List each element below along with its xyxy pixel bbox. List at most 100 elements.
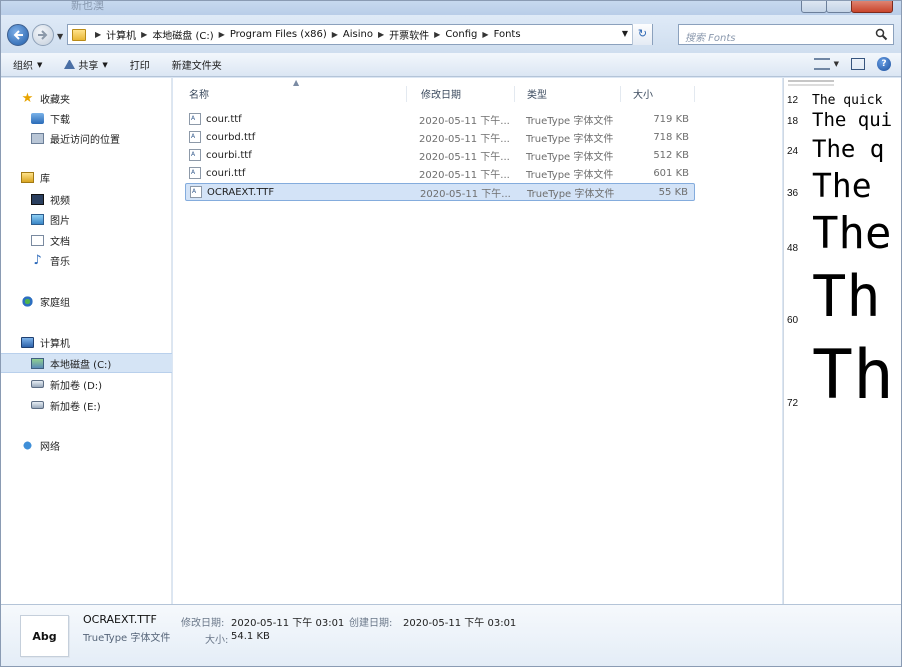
- sidebar-item-libraries[interactable]: 库: [21, 167, 192, 187]
- forward-button[interactable]: [32, 24, 54, 46]
- search-placeholder: 搜索 Fonts: [685, 33, 736, 44]
- preview-pane-button[interactable]: [851, 58, 865, 70]
- sidebar-item-network[interactable]: 网络: [21, 435, 192, 455]
- details-file-name: OCRAEXT.TTF: [83, 613, 157, 626]
- new-folder-button[interactable]: 新建文件夹: [172, 57, 222, 72]
- music-icon: ♪: [33, 252, 42, 268]
- file-date: 2020-05-11 下午...: [419, 151, 510, 163]
- column-header-type[interactable]: 类型: [515, 86, 621, 102]
- sidebar-item-drive-c[interactable]: 本地磁盘 (C:): [1, 353, 172, 373]
- view-icon: [813, 58, 830, 70]
- preview-sample-text: The: [812, 166, 872, 205]
- column-header-size[interactable]: 大小: [621, 86, 695, 102]
- column-header-date[interactable]: 修改日期: [409, 86, 515, 102]
- back-button[interactable]: [7, 24, 29, 46]
- breadcrumb-separator-icon[interactable]: ▶: [141, 30, 147, 39]
- sidebar-item-computer[interactable]: 计算机: [21, 332, 192, 352]
- download-icon: [31, 112, 44, 124]
- preview-sample-text: The: [812, 208, 892, 259]
- close-button[interactable]: [851, 1, 893, 13]
- file-type: TrueType 字体文件: [526, 169, 614, 181]
- help-icon: ?: [877, 57, 891, 71]
- sidebar-item-label: 音乐: [50, 256, 70, 268]
- breadcrumb-computer[interactable]: 计算机: [106, 27, 136, 42]
- sidebar-item-label: 网络: [40, 441, 60, 453]
- minimize-button[interactable]: [801, 1, 827, 13]
- network-icon: [21, 439, 34, 451]
- preview-size-label: 48: [787, 243, 799, 254]
- column-header-name[interactable]: 名称: [177, 86, 407, 102]
- help-button[interactable]: ?: [877, 57, 891, 71]
- details-pane: Abg OCRAEXT.TTF TrueType 字体文件 修改日期: 2020…: [1, 604, 901, 666]
- share-label: 共享: [78, 61, 99, 72]
- file-name: couri.ttf: [206, 167, 246, 179]
- sidebar-item-label: 新加卷 (D:): [50, 380, 103, 392]
- share-icon: [64, 60, 76, 69]
- sidebar-item-label: 下载: [50, 114, 70, 126]
- refresh-button[interactable]: ↻: [632, 24, 652, 45]
- size-label: 大小:: [205, 635, 229, 646]
- window-title: 新也澳: [71, 0, 104, 12]
- chevron-down-icon: ▼: [102, 60, 108, 69]
- file-row[interactable]: A courbd.ttf 2020-05-11 下午... TrueType 字…: [185, 128, 695, 146]
- preview-size-label: 36: [787, 188, 799, 199]
- address-bar[interactable]: ▶ 计算机 ▶ 本地磁盘 (C:) ▶ Program Files (x86) …: [67, 24, 653, 45]
- search-icon[interactable]: [875, 28, 888, 41]
- drive-icon: [31, 401, 44, 409]
- breadcrumb-separator-icon[interactable]: ▶: [219, 30, 225, 39]
- command-bar: 组织 ▼ 共享 ▼ 打印 新建文件夹 ▼ ?: [1, 53, 901, 77]
- breadcrumb-separator-icon[interactable]: ▶: [482, 30, 488, 39]
- file-row[interactable]: A cour.ttf 2020-05-11 下午... TrueType 字体文…: [185, 110, 695, 128]
- font-file-icon: A: [189, 167, 201, 179]
- picture-icon: [31, 213, 44, 225]
- created-label: 创建日期:: [349, 618, 393, 629]
- breadcrumb-invoice-software[interactable]: 开票软件: [389, 27, 429, 42]
- change-view-button[interactable]: ▼: [813, 58, 839, 70]
- file-name: OCRAEXT.TTF: [207, 186, 275, 198]
- file-date: 2020-05-11 下午...: [419, 115, 510, 127]
- maximize-button[interactable]: [826, 1, 852, 13]
- sidebar-item-label: 收藏夹: [40, 94, 70, 106]
- file-size: 719 KB: [653, 113, 689, 125]
- file-type: TrueType 字体文件: [526, 133, 614, 145]
- chevron-down-icon: ▼: [37, 60, 43, 69]
- file-type: TrueType 字体文件: [527, 188, 615, 200]
- drive-icon: [31, 357, 44, 369]
- file-row[interactable]: A courbi.ttf 2020-05-11 下午... TrueType 字…: [185, 146, 695, 164]
- breadcrumb-config[interactable]: Config: [445, 29, 477, 40]
- breadcrumb-separator-icon[interactable]: ▶: [434, 30, 440, 39]
- sidebar-item-favorites[interactable]: ★ 收藏夹: [21, 88, 192, 108]
- print-button[interactable]: 打印: [130, 57, 150, 72]
- sidebar-item-label: 家庭组: [40, 297, 70, 309]
- file-row[interactable]: A couri.ttf 2020-05-11 下午... TrueType 字体…: [185, 164, 695, 182]
- address-history-dropdown[interactable]: ▼: [622, 29, 628, 38]
- recent-places-icon: [31, 132, 44, 144]
- refresh-icon: ↻: [637, 27, 648, 40]
- file-row-selected[interactable]: A OCRAEXT.TTF 2020-05-11 下午... TrueType …: [185, 183, 695, 201]
- preview-pane[interactable]: 12 The quick 18 The qui 24 The q 36 The …: [783, 78, 901, 604]
- file-size: 512 KB: [653, 149, 689, 161]
- sidebar-item-label: 视频: [50, 195, 70, 207]
- explorer-window: 新也澳 ▼ ▶ 计算机 ▶ 本地磁盘 (C:) ▶ Program Files …: [0, 0, 902, 667]
- file-date: 2020-05-11 下午...: [419, 169, 510, 181]
- breadcrumb-separator-icon[interactable]: ▶: [95, 30, 101, 39]
- breadcrumb-fonts[interactable]: Fonts: [494, 29, 521, 40]
- recent-pages-dropdown[interactable]: ▼: [57, 32, 63, 41]
- search-input[interactable]: 搜索 Fonts: [678, 24, 894, 45]
- preview-sample-text: The q: [812, 135, 885, 163]
- file-type: TrueType 字体文件: [526, 115, 614, 127]
- file-list: ▲ 名称 修改日期 类型 大小 A cour.ttf 2020-05-11 下午…: [173, 78, 782, 604]
- window-controls: [801, 1, 893, 13]
- breadcrumb-drive-c[interactable]: 本地磁盘 (C:): [152, 27, 213, 42]
- breadcrumb-separator-icon[interactable]: ▶: [332, 30, 338, 39]
- breadcrumb-program-files[interactable]: Program Files (x86): [230, 29, 327, 40]
- font-thumbnail: Abg: [20, 615, 69, 657]
- organize-menu[interactable]: 组织 ▼: [13, 57, 43, 73]
- sidebar-item-homegroup[interactable]: 家庭组: [21, 291, 192, 311]
- breadcrumb-separator-icon[interactable]: ▶: [378, 30, 384, 39]
- breadcrumb-aisino[interactable]: Aisino: [343, 29, 373, 40]
- back-arrow-icon: [13, 30, 23, 40]
- homegroup-icon: [21, 295, 34, 307]
- share-menu[interactable]: 共享 ▼: [64, 57, 108, 72]
- preview-size-label: 12: [787, 95, 799, 106]
